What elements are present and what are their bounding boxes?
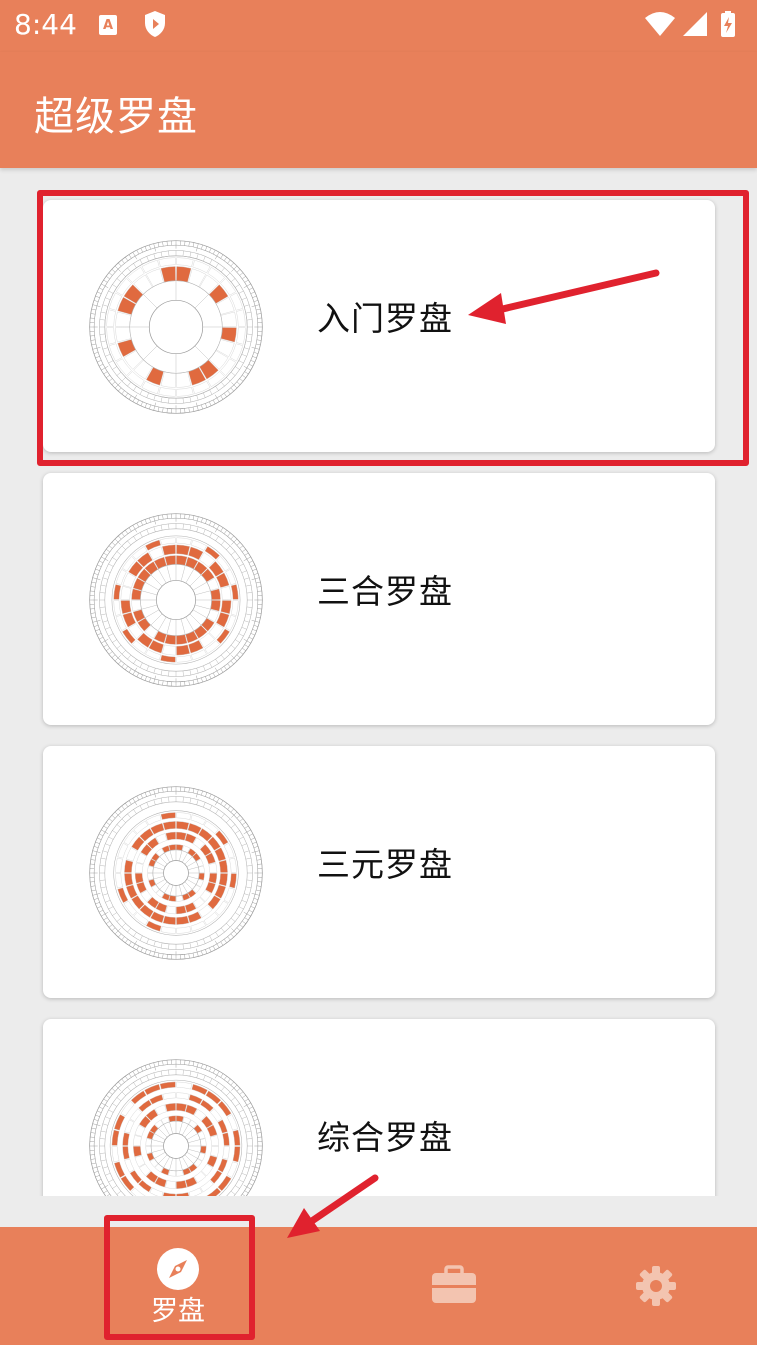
card-label: 三元罗盘 (317, 845, 453, 884)
compass-sanhe-icon (89, 513, 263, 687)
compass-sanyuan-icon (89, 786, 263, 960)
wifi-icon (645, 12, 675, 36)
nav-item-settings[interactable] (590, 1227, 722, 1345)
app-title: 超级罗盘 (34, 94, 198, 140)
compass-comprehensive-icon (89, 1059, 263, 1196)
app-screen: 8:44 A 超级罗盘 入门罗盘 三合罗盘 三元罗盘 综合罗盘 罗盘 (0, 0, 757, 1345)
battery-icon (721, 11, 735, 37)
status-right-icons (645, 11, 735, 37)
card-sanhe-compass[interactable]: 三合罗盘 (43, 473, 715, 725)
shield-play-icon (145, 11, 165, 37)
nav-item-toolbox[interactable] (388, 1227, 520, 1345)
compass-list[interactable]: 入门罗盘 三合罗盘 三元罗盘 综合罗盘 (0, 168, 757, 1196)
toolbox-icon (432, 1265, 476, 1303)
compass-beginner-icon (89, 240, 263, 414)
card-label: 综合罗盘 (317, 1118, 453, 1157)
card-beginner-compass[interactable]: 入门罗盘 (43, 200, 715, 452)
card-label: 三合罗盘 (317, 572, 453, 611)
gear-icon (636, 1266, 676, 1306)
svg-text:A: A (103, 18, 113, 33)
status-bar: 8:44 A (0, 0, 757, 52)
card-label: 入门罗盘 (317, 299, 453, 338)
nav-item-compass[interactable]: 罗盘 (112, 1227, 244, 1345)
signal-icon (683, 12, 707, 36)
bottom-navigation: 罗盘 (0, 1227, 757, 1345)
card-sanyuan-compass[interactable]: 三元罗盘 (43, 746, 715, 998)
card-comprehensive-compass[interactable]: 综合罗盘 (43, 1019, 715, 1196)
nav-label-compass: 罗盘 (151, 1296, 205, 1327)
compass-icon (157, 1248, 199, 1290)
app-bar: 超级罗盘 (0, 52, 757, 168)
notification-a-icon: A (99, 15, 117, 35)
status-time: 8:44 (14, 8, 77, 41)
